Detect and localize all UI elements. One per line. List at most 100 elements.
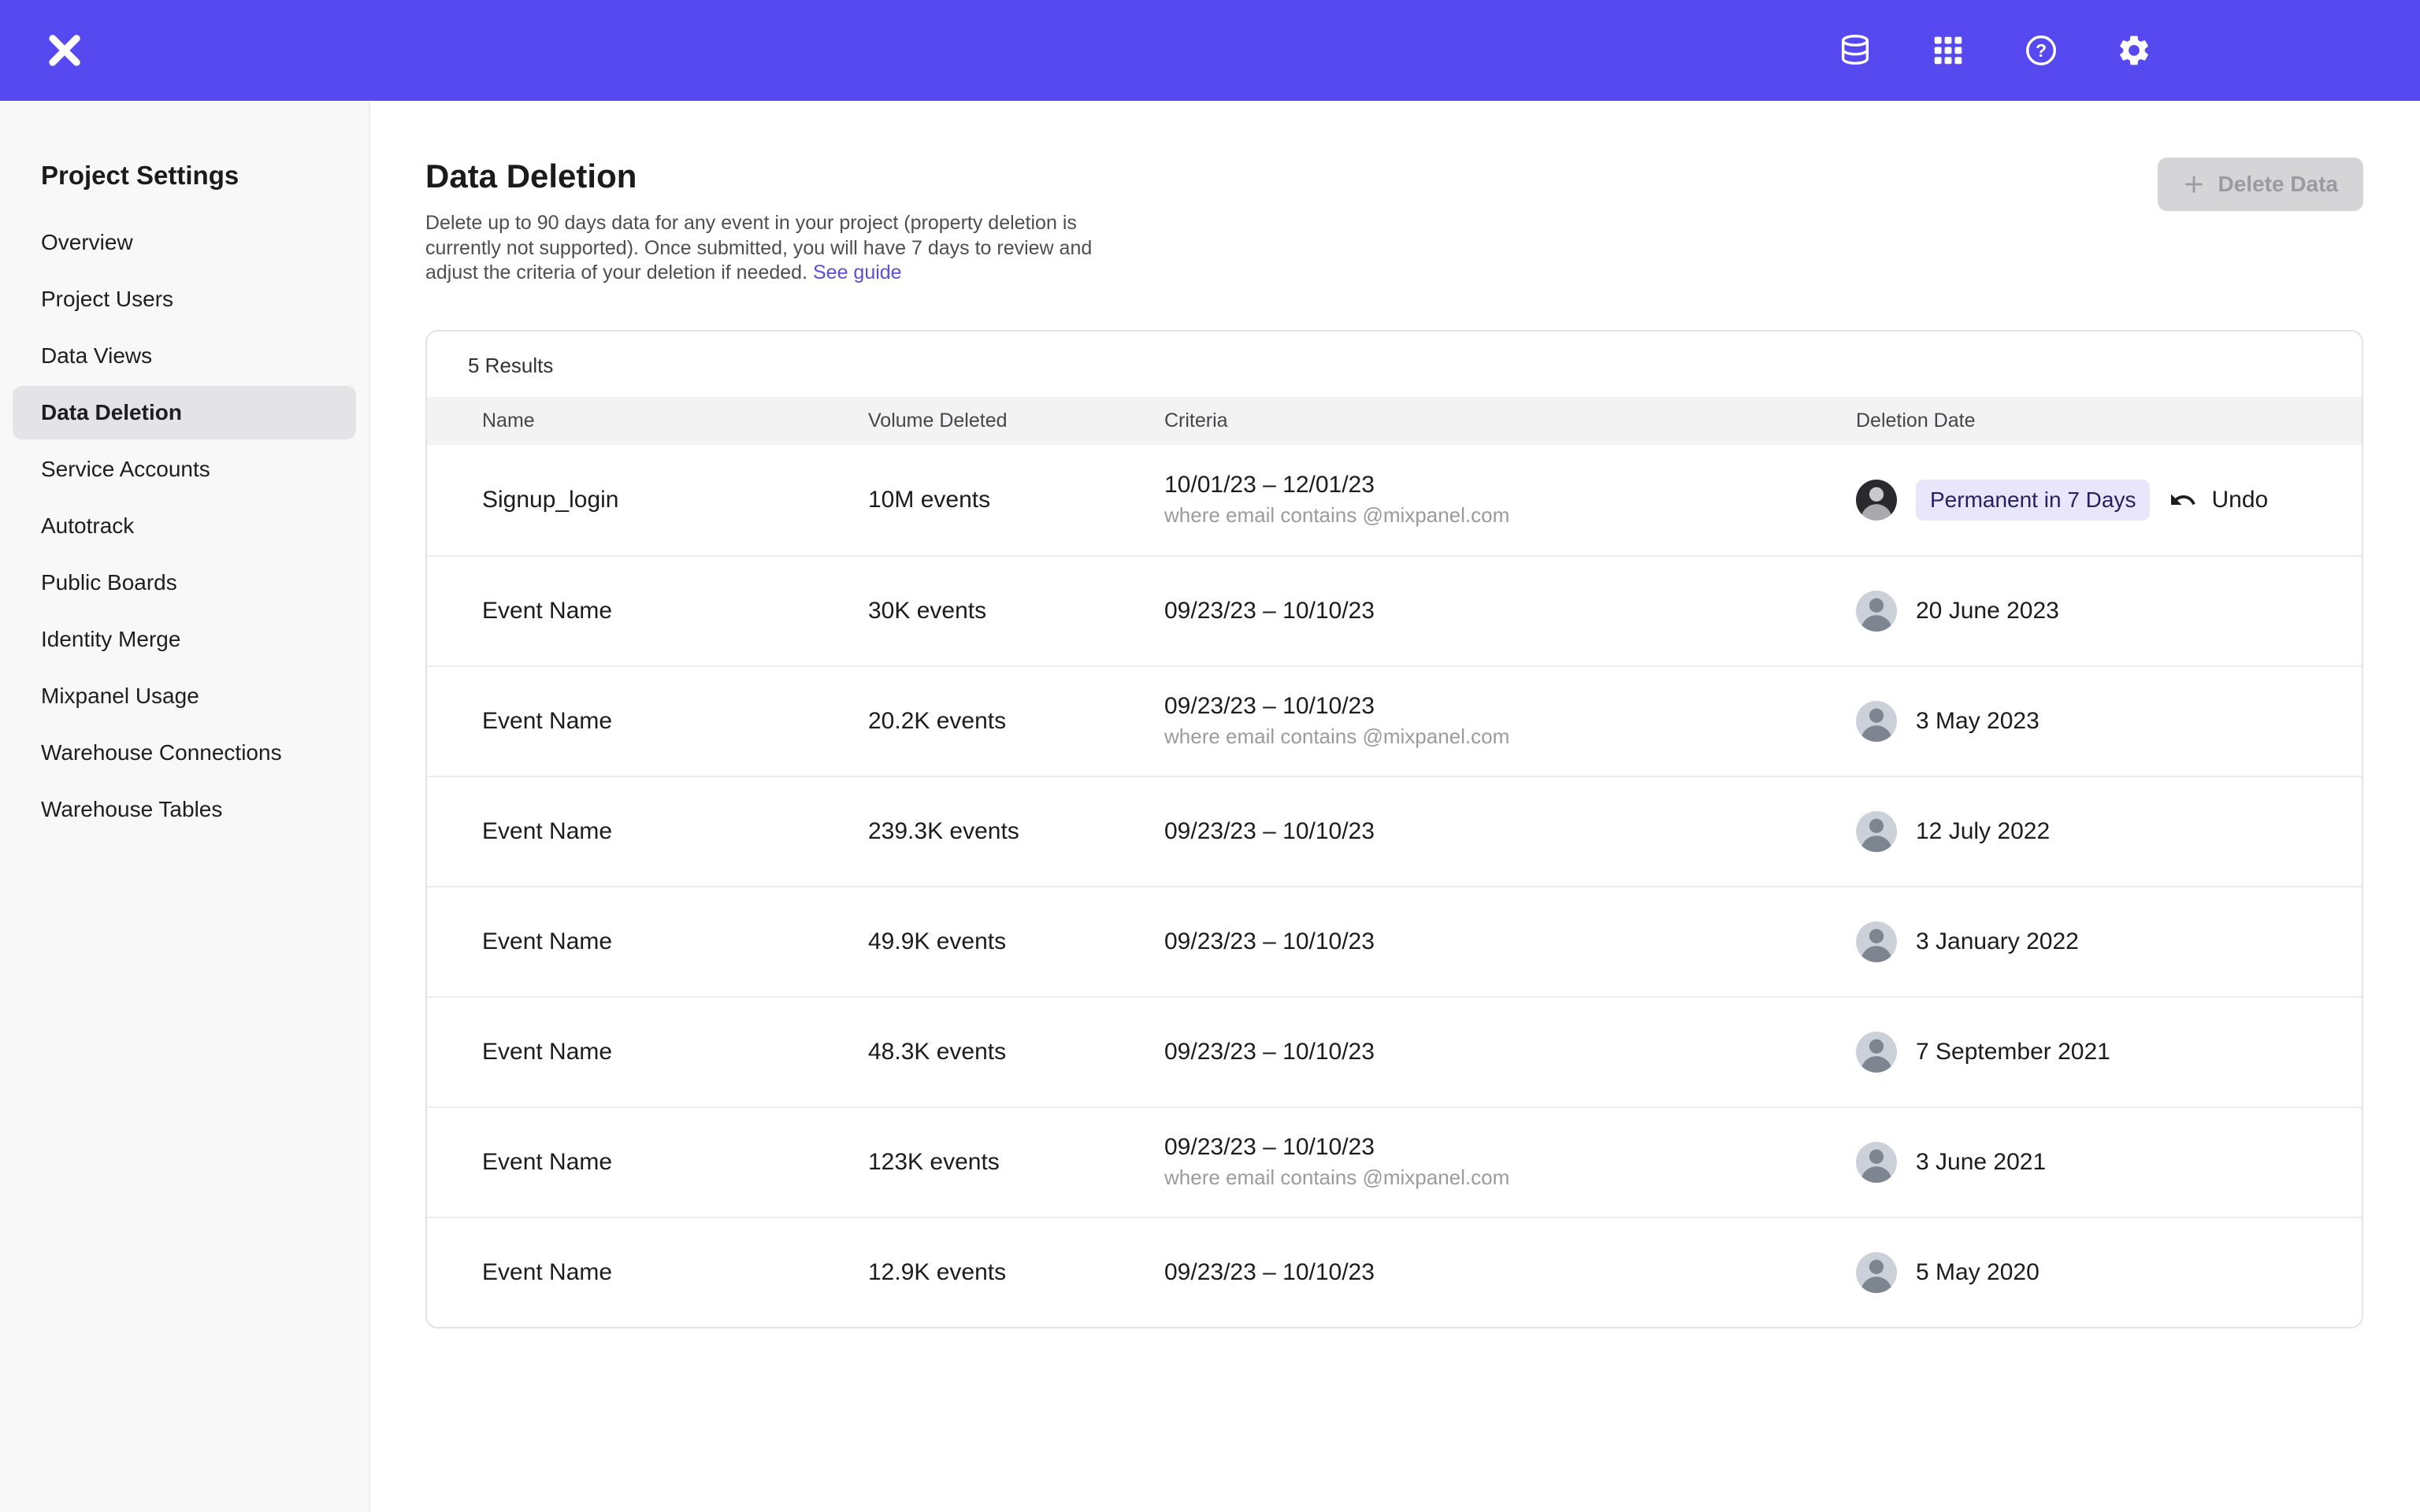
row-criteria-cell: 09/23/23 – 10/10/23 bbox=[1164, 598, 1856, 624]
row-name: Event Name bbox=[482, 1149, 868, 1176]
table-row: Event Name30K events09/23/23 – 10/10/23 2… bbox=[427, 555, 2362, 665]
row-criteria-cell: 09/23/23 – 10/10/23 where email contains … bbox=[1164, 1134, 1856, 1190]
page-intro: Data Deletion Delete up to 90 days data … bbox=[425, 158, 1125, 286]
sidebar-item-warehouse-connections[interactable]: Warehouse Connections bbox=[13, 726, 356, 780]
table-header-row: Name Volume Deleted Criteria Deletion Da… bbox=[427, 397, 2362, 445]
mixpanel-logo[interactable] bbox=[44, 30, 85, 71]
row-deletion-cell: 12 July 2022 bbox=[1856, 811, 2324, 852]
deletion-date: 5 May 2020 bbox=[1916, 1259, 2040, 1286]
delete-data-button-label: Delete Data bbox=[2218, 172, 2338, 197]
deletion-date: 3 January 2022 bbox=[1916, 928, 2079, 955]
avatar bbox=[1856, 1032, 1897, 1073]
sidebar-item-service-accounts[interactable]: Service Accounts bbox=[13, 443, 356, 496]
apps-grid-icon[interactable] bbox=[1930, 32, 1966, 69]
row-deletion-cell: 3 January 2022 bbox=[1856, 921, 2324, 962]
row-volume: 239.3K events bbox=[868, 818, 1164, 845]
deletion-date: 3 May 2023 bbox=[1916, 708, 2040, 735]
avatar bbox=[1856, 480, 1897, 521]
help-icon[interactable]: ? bbox=[2023, 32, 2059, 69]
deletion-date: 7 September 2021 bbox=[1916, 1039, 2110, 1065]
deletion-date: 12 July 2022 bbox=[1916, 818, 2050, 845]
sidebar-item-mixpanel-usage[interactable]: Mixpanel Usage bbox=[13, 669, 356, 723]
row-name: Event Name bbox=[482, 1259, 868, 1286]
row-criteria: 09/23/23 – 10/10/23 bbox=[1164, 1134, 1856, 1161]
main-content: Data Deletion Delete up to 90 days data … bbox=[370, 101, 2420, 1392]
sidebar-item-public-boards[interactable]: Public Boards bbox=[13, 556, 356, 610]
table-row: Event Name49.9K events09/23/23 – 10/10/2… bbox=[427, 886, 2362, 996]
table-row: Event Name20.2K events09/23/23 – 10/10/2… bbox=[427, 665, 2362, 776]
row-deletion-cell: 7 September 2021 bbox=[1856, 1032, 2324, 1073]
row-criteria: 09/23/23 – 10/10/23 bbox=[1164, 598, 1856, 624]
row-criteria-cell: 09/23/23 – 10/10/23 bbox=[1164, 928, 1856, 955]
deletion-date: 20 June 2023 bbox=[1916, 598, 2059, 624]
row-criteria-filter: where email contains @mixpanel.com bbox=[1164, 1166, 1856, 1190]
delete-data-button[interactable]: Delete Data bbox=[2158, 158, 2363, 211]
topbar: ? bbox=[0, 0, 2420, 101]
sidebar: Project Settings OverviewProject UsersDa… bbox=[0, 101, 370, 1512]
undo-icon bbox=[2169, 486, 2197, 514]
deletion-date: 3 June 2021 bbox=[1916, 1149, 2046, 1176]
table-body: Signup_login10M events10/01/23 – 12/01/2… bbox=[427, 445, 2362, 1327]
column-header-volume: Volume Deleted bbox=[868, 410, 1164, 432]
plus-icon bbox=[2183, 173, 2205, 195]
see-guide-link[interactable]: See guide bbox=[813, 261, 902, 284]
column-header-criteria: Criteria bbox=[1164, 410, 1856, 432]
row-name: Event Name bbox=[482, 598, 868, 624]
row-criteria: 09/23/23 – 10/10/23 bbox=[1164, 928, 1856, 955]
row-criteria-cell: 09/23/23 – 10/10/23 bbox=[1164, 1259, 1856, 1286]
row-deletion-cell: Permanent in 7 Days Undo bbox=[1856, 480, 2328, 521]
sidebar-item-identity-merge[interactable]: Identity Merge bbox=[13, 613, 356, 666]
table-row: Signup_login10M events10/01/23 – 12/01/2… bbox=[427, 445, 2362, 555]
column-header-name: Name bbox=[482, 410, 868, 432]
row-criteria-filter: where email contains @mixpanel.com bbox=[1164, 503, 1856, 528]
page-description: Delete up to 90 days data for any event … bbox=[425, 211, 1125, 286]
settings-icon[interactable] bbox=[2116, 32, 2152, 69]
page-title: Data Deletion bbox=[425, 158, 1125, 195]
sidebar-item-overview[interactable]: Overview bbox=[13, 216, 356, 269]
topbar-icons: ? bbox=[1837, 32, 2152, 69]
undo-button[interactable]: Undo bbox=[2169, 486, 2268, 514]
sidebar-item-warehouse-tables[interactable]: Warehouse Tables bbox=[13, 783, 356, 836]
avatar bbox=[1856, 1142, 1897, 1183]
row-volume: 10M events bbox=[868, 487, 1164, 513]
description-text: Delete up to 90 days data for any event … bbox=[425, 212, 1092, 284]
avatar bbox=[1856, 591, 1897, 632]
row-criteria-cell: 09/23/23 – 10/10/23 where email contains … bbox=[1164, 693, 1856, 749]
sidebar-items: OverviewProject UsersData ViewsData Dele… bbox=[0, 216, 369, 836]
deletion-table-card: 5 Results Name Volume Deleted Criteria D… bbox=[425, 330, 2363, 1329]
row-name: Signup_login bbox=[482, 487, 868, 513]
row-volume: 48.3K events bbox=[868, 1039, 1164, 1065]
table-row: Event Name123K events09/23/23 – 10/10/23… bbox=[427, 1106, 2362, 1217]
sidebar-title: Project Settings bbox=[41, 161, 328, 191]
row-deletion-cell: 3 May 2023 bbox=[1856, 701, 2324, 742]
row-volume: 30K events bbox=[868, 598, 1164, 624]
table-row: Event Name239.3K events09/23/23 – 10/10/… bbox=[427, 776, 2362, 886]
table-row: Event Name12.9K events09/23/23 – 10/10/2… bbox=[427, 1217, 2362, 1327]
table-row: Event Name48.3K events09/23/23 – 10/10/2… bbox=[427, 996, 2362, 1106]
sidebar-item-autotrack[interactable]: Autotrack bbox=[13, 499, 356, 553]
sidebar-item-data-views[interactable]: Data Views bbox=[13, 329, 356, 383]
avatar bbox=[1856, 921, 1897, 962]
row-criteria: 09/23/23 – 10/10/23 bbox=[1164, 818, 1856, 845]
avatar bbox=[1856, 811, 1897, 852]
results-count: 5 Results bbox=[427, 332, 2362, 397]
sidebar-item-project-users[interactable]: Project Users bbox=[13, 272, 356, 326]
sidebar-item-data-deletion[interactable]: Data Deletion bbox=[13, 386, 356, 439]
row-volume: 123K events bbox=[868, 1149, 1164, 1176]
column-header-deletion-date: Deletion Date bbox=[1856, 410, 2324, 432]
row-deletion-cell: 20 June 2023 bbox=[1856, 591, 2324, 632]
row-criteria-cell: 09/23/23 – 10/10/23 bbox=[1164, 818, 1856, 845]
avatar bbox=[1856, 701, 1897, 742]
row-volume: 20.2K events bbox=[868, 708, 1164, 735]
row-deletion-cell: 3 June 2021 bbox=[1856, 1142, 2324, 1183]
row-criteria-cell: 10/01/23 – 12/01/23 where email contains … bbox=[1164, 472, 1856, 528]
row-criteria: 10/01/23 – 12/01/23 bbox=[1164, 472, 1856, 498]
row-name: Event Name bbox=[482, 818, 868, 845]
avatar bbox=[1856, 1252, 1897, 1293]
data-icon[interactable] bbox=[1837, 32, 1873, 69]
row-criteria: 09/23/23 – 10/10/23 bbox=[1164, 693, 1856, 720]
row-criteria-filter: where email contains @mixpanel.com bbox=[1164, 724, 1856, 749]
svg-text:?: ? bbox=[2036, 40, 2047, 61]
main-header: Data Deletion Delete up to 90 days data … bbox=[425, 158, 2363, 286]
deletion-status-badge: Permanent in 7 Days bbox=[1916, 480, 2150, 521]
